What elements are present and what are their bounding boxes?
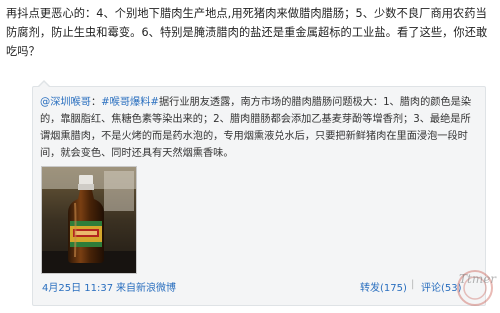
quoted-post-text: @深圳喉哥：#喉哥爆料#据行业朋友透露，南方市场的腊肉腊肠问题极大：1、腊肉的颜…: [40, 94, 480, 162]
quoted-image-thumbnail[interactable]: [41, 166, 137, 274]
topic-link[interactable]: #喉哥爆料#: [101, 97, 159, 108]
quote-arrow-inner: [39, 82, 49, 87]
footer-separator: |: [411, 279, 415, 290]
comment-link[interactable]: 评论(53): [421, 279, 462, 294]
post-time-link[interactable]: 4月25日 11:37: [42, 279, 113, 294]
quoted-author-separator: ：: [90, 97, 102, 108]
post-text: 再抖点更恶心的：4、个别地下腊肉生产地点,用死猪肉来做腊肉腊肠；5、少数不良厂商…: [6, 7, 488, 58]
bottle-photo: [42, 167, 136, 273]
quoted-author-link[interactable]: @深圳喉哥: [40, 97, 91, 108]
forward-link[interactable]: 转发(175): [360, 279, 407, 294]
post-source-link[interactable]: 来自新浪微博: [116, 279, 176, 294]
